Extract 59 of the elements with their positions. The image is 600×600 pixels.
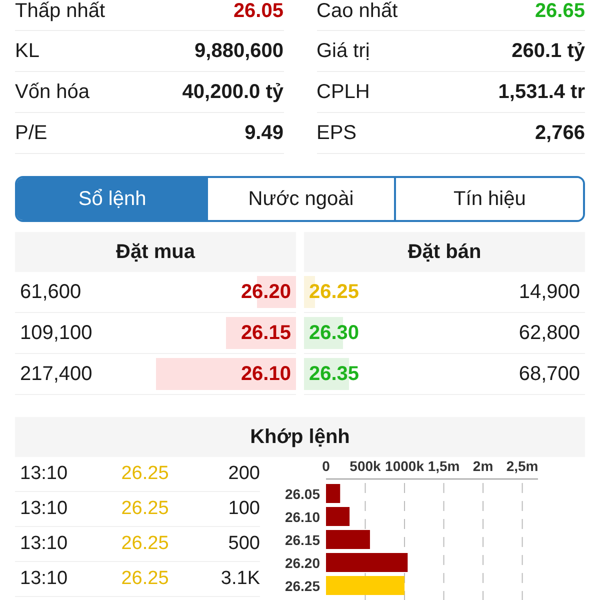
trade-price: 26.25 [120, 568, 170, 590]
ask-volume: 14,900 [518, 280, 580, 304]
stat-value: 9,880,600 [194, 40, 284, 62]
sell-header: Đặt bán [304, 232, 585, 272]
tick-label: 1,5m [428, 458, 460, 474]
volume-bar [326, 484, 340, 503]
trade-price: 26.25 [120, 533, 170, 555]
price-label: 26.20 [284, 555, 320, 571]
trade-time: 13:10 [20, 463, 69, 485]
price-label: 26.05 [284, 486, 320, 502]
price-label: 26.25 [284, 578, 320, 594]
ask-volume: 68,700 [518, 362, 580, 386]
ask-volume: 62,800 [518, 322, 580, 344]
stat-label: KL [15, 40, 40, 62]
trade-price: 26.25 [120, 498, 170, 520]
stat-label: P/E [15, 122, 48, 144]
stat-label: EPS [316, 122, 357, 144]
stat-value: 26.65 [534, 0, 585, 23]
trade-volume: 100 [227, 498, 260, 520]
bid-price: 26.15 [240, 322, 291, 344]
volume-bar [326, 507, 350, 526]
trade-time: 13:10 [20, 533, 69, 555]
tab[interactable]: Tín hiệu [394, 178, 583, 220]
stat-value: 26.05 [233, 0, 284, 23]
stat-label: Thấp nhất [15, 0, 106, 23]
trade-volume: 3.1K [220, 568, 260, 590]
bid-price: 26.10 [240, 362, 291, 386]
stat-value: 9.49 [244, 122, 284, 144]
stat-label: Vốn hóa [15, 80, 90, 104]
stat-value: 1,531.4 tr [498, 80, 585, 104]
stat-label: Cao nhất [316, 0, 398, 23]
tick-label: 2,5m [506, 458, 538, 474]
ask-price: 26.30 [309, 322, 360, 344]
bid-volume: 109,100 [20, 322, 92, 344]
stat-label: CPLH [316, 80, 370, 104]
bid-volume: 217,400 [20, 362, 92, 386]
ask-price: 26.25 [309, 280, 360, 304]
section-header: Khớp lệnh [15, 417, 585, 457]
buy-header: Đặt mua [15, 232, 296, 272]
ask-price: 26.35 [309, 362, 360, 386]
stat-value: 2,766 [534, 122, 585, 144]
trade-volume: 200 [227, 463, 260, 485]
trade-time: 13:10 [20, 568, 69, 590]
stat-value: 40,200.0 tỷ [182, 80, 284, 104]
tick-label: 0 [322, 458, 330, 474]
stat-value: 260.1 tỷ [512, 40, 585, 62]
price-label: 26.15 [284, 532, 320, 548]
tick-label: 500k [350, 458, 381, 474]
bid-price: 26.20 [240, 280, 291, 304]
tick-label: 1000k [385, 458, 424, 474]
trade-time: 13:10 [20, 498, 69, 520]
tick-label: 2m [472, 458, 494, 474]
trade-price: 26.25 [120, 463, 170, 485]
trade-volume: 500 [227, 533, 260, 555]
tab[interactable]: Sổ lệnh [17, 178, 206, 220]
stat-label: Giá trị [316, 40, 370, 62]
bid-volume: 61,600 [20, 280, 82, 304]
volume-bar [326, 530, 370, 549]
price-label: 26.10 [284, 509, 320, 525]
